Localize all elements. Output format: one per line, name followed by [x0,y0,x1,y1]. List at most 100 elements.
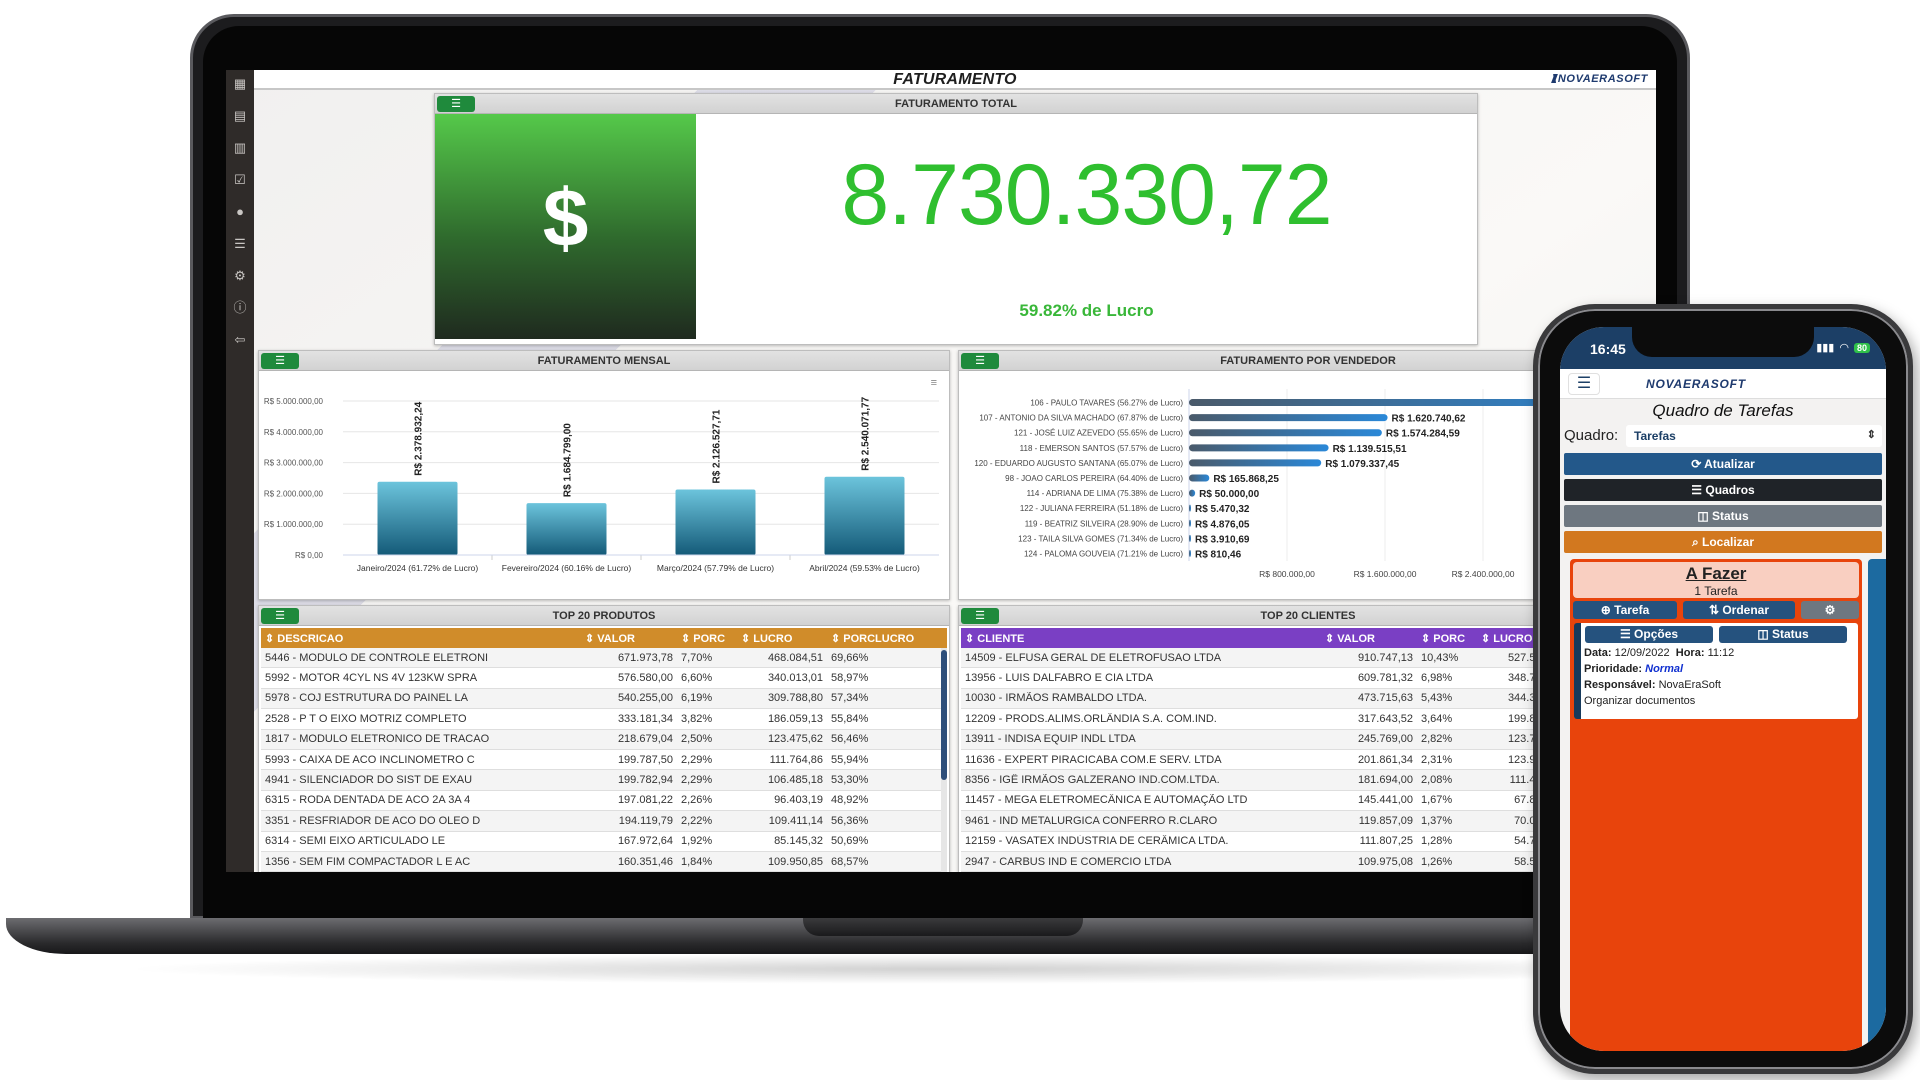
table-row[interactable]: 5992 - MOTOR 4CYL NS 4V 123KW SPRA 576.58… [261,668,947,689]
localizar-button[interactable]: ⌕ Localizar [1564,531,1882,553]
panel-header: ☰ FATURAMENTO MENSAL [259,351,949,371]
y-tick-label: 118 - EMERSON SANTOS (57.57% de Lucro) [1020,444,1184,453]
card-responsible-line: Responsável: NovaEraSoft [1584,679,1721,691]
y-tick-label: R$ 0,00 [295,551,324,560]
scrollbar-thumb[interactable] [941,650,947,780]
cell-porclucro: 55,84% [831,712,869,725]
quadro-select[interactable]: Tarefas ⇕ [1626,425,1882,447]
kanban-column-a-fazer: A Fazer 1 Tarefa ⊕ Tarefa ⇅ Ordenar ⚙ ☰ … [1570,559,1862,1051]
page-title: FATURAMENTO [893,71,1017,88]
chat-icon[interactable]: ● [230,202,250,222]
cell-lucro: 340.013,01 [767,672,823,685]
app-title: Quadro de Tarefas [1652,401,1794,420]
contacts-icon[interactable]: ▤ [230,106,250,126]
column-header-porc[interactable]: ⇕ PORC [677,632,737,645]
cell-porc: 2,82% [1421,733,1453,746]
cell-porclucro: 50,69% [831,835,869,848]
bar [824,476,905,555]
bar [1189,489,1196,497]
column-header-porc[interactable]: ⇕ PORC [1417,632,1477,645]
column-header-porclucro[interactable]: ⇕ PORCLUCRO [827,632,927,645]
column-header-descricao[interactable]: ⇕ DESCRICAO [261,632,581,645]
table-row[interactable]: 2528 - P T O EIXO MOTRIZ COMPLETO 333.181… [261,709,947,730]
calendar-icon[interactable]: ▦ [230,74,250,94]
x-tick-label: Março/2024 (57.79% de Lucro) [657,563,774,573]
bar [1189,519,1191,527]
table-header: ⇕ DESCRICAO ⇕ VALOR ⇕ PORC ⇕ LUCRO ⇕ PORCLUC… [261,628,947,648]
side-nav: ▦ ▤ ▥ ☑ ● ☰ ⚙ ⓘ ⇦ [226,70,254,872]
add-task-button[interactable]: ⊕ Tarefa [1573,601,1677,619]
table-row[interactable]: 6315 - RODA DENTADA DE ACO 2A 3A 4 197.08… [261,790,947,812]
column-header-valor[interactable]: ⇕ VALOR [1321,632,1417,645]
cell-porc: 1,37% [1421,814,1453,827]
table-row[interactable]: 3351 - RESFRIADOR DE ACO DO OLEO D 194.11… [261,811,947,832]
chart-menu-icon[interactable]: ≡ [931,377,937,389]
hamburger-menu-button[interactable]: ☰ [1568,373,1600,395]
bar-data-label: R$ 1.684.799,00 [563,423,574,497]
atualizar-button[interactable]: ⟳ Atualizar [1564,453,1882,475]
sort-button[interactable]: ⇅ Ordenar [1683,601,1795,619]
laptop-shadow [120,954,1760,984]
table-row[interactable]: 5993 - CAIXA DE ACO INCLINOMETRO C 199.78… [261,749,947,771]
quadro-selector-row: Quadro: Tarefas ⇕ [1564,425,1882,447]
cell-descricao: 1817 - MODULO ELETRONICO DE TRACAO [265,733,490,746]
y-tick-label: 119 - BEATRIZ SILVEIRA (28.90% de Lucro) [1025,519,1184,528]
brand-mark-icon: ///\\// [1551,72,1558,86]
bar-data-label: R$ 1.079.337,45 [1325,459,1399,470]
bar [1189,549,1191,557]
gears-icon[interactable]: ⚙ [230,266,250,286]
table-row[interactable]: 1356 - SEM FIM COMPACTADOR L E AC 160.351… [261,851,947,872]
kpi-icon-box: $ [435,114,696,339]
cell-descricao: 6315 - RODA DENTADA DE ACO 2A 3A 4 [265,794,471,807]
column-settings-button[interactable]: ⚙ [1801,601,1859,619]
status-button[interactable]: ◫ Status [1564,505,1882,527]
column-header-lucro[interactable]: ⇕ LUCRO [737,632,827,645]
chart-icon[interactable]: ▥ [230,138,250,158]
cell-descricao: 5992 - MOTOR 4CYL NS 4V 123KW SPRA [265,672,478,685]
y-tick-label: 107 - ANTONIO DA SILVA MACHADO (67.87% d… [979,414,1183,423]
cell-porc: 6,98% [1421,672,1453,685]
column-header-valor[interactable]: ⇕ VALOR [581,632,677,645]
bar-data-label: R$ 1.620.740,62 [1392,414,1466,425]
cell-porc: 2,08% [1421,774,1453,787]
cell-porc: 7,70% [681,651,713,664]
cell-cliente: 13956 - LUIS DALFABRO E CIA LTDA [965,672,1154,685]
column-header-cliente[interactable]: ⇕ CLIENTE [961,632,1321,645]
table-row[interactable]: 4941 - SILENCIADOR DO SIST DE EXAU 199.78… [261,770,947,791]
y-tick-label: R$ 4.000.000,00 [264,428,324,437]
card-options-button[interactable]: ☰ Opções [1585,626,1713,643]
table-row[interactable]: 5446 - MODULO DE CONTROLE ELETRONI 671.97… [261,648,947,669]
date-label: Data: [1584,647,1612,659]
cell-porc: 2,50% [681,733,713,746]
cell-porc: 5,43% [1421,692,1453,705]
card-date-line: Data: 12/09/2022 Hora: 11:12 [1584,647,1734,659]
bar [1189,504,1191,512]
table-row[interactable]: 5978 - COJ ESTRUTURA DO PAINEL LA 540.255… [261,688,947,710]
bar-data-label: R$ 2.540.071,77 [861,396,872,470]
quadros-button[interactable]: ☰ Quadros [1564,479,1882,501]
kanban-column-next[interactable] [1868,559,1886,1051]
table-row[interactable]: 6314 - SEMI EIXO ARTICULADO LE 167.972,64… [261,831,947,852]
y-tick-label: R$ 5.000.000,00 [264,397,324,406]
table-row[interactable]: 1817 - MODULO ELETRONICO DE TRACAO 218.67… [261,729,947,750]
cell-cliente: 12209 - PRODS.ALIMS.ORLÂNDIA S.A. COM.IN… [965,712,1217,725]
y-tick-label: R$ 1.000.000,00 [264,520,324,529]
cell-cliente: 14509 - ELFUSA GERAL DE ELETROFUSAO LTDA [965,651,1222,664]
x-tick-label: R$ 1.600.000,00 [1354,569,1417,579]
calendar-check-icon[interactable]: ☑ [230,170,250,190]
cell-porc: 1,84% [681,855,713,868]
checklist-icon[interactable]: ☰ [230,234,250,254]
y-tick-label: R$ 2.000.000,00 [264,489,324,498]
card-status-button[interactable]: ◫ Status [1719,626,1847,643]
laptop-hinge-notch [803,918,1083,936]
y-tick-label: 121 - JOSÉ LUIZ AZEVEDO (55.65% de Lucro… [1014,429,1183,438]
app-header: ☰ NOVAERASOFT [1560,369,1886,399]
cell-lucro: 106.485,18 [767,774,823,787]
info-icon[interactable]: ⓘ [230,298,250,318]
vertical-scrollbar[interactable] [941,648,947,872]
y-tick-label: 114 - ADRIANA DE LIMA (75.38% de Lucro) [1027,489,1184,498]
y-tick-label: 124 - PALOMA GOUVEIA (71.21% de Lucro) [1024,549,1183,558]
cell-valor: 111.807,25 [1359,835,1413,848]
logout-icon[interactable]: ⇦ [230,330,250,350]
task-card[interactable]: ☰ Opções ◫ Status Data: 12/09/2022 Hora:… [1574,623,1858,719]
